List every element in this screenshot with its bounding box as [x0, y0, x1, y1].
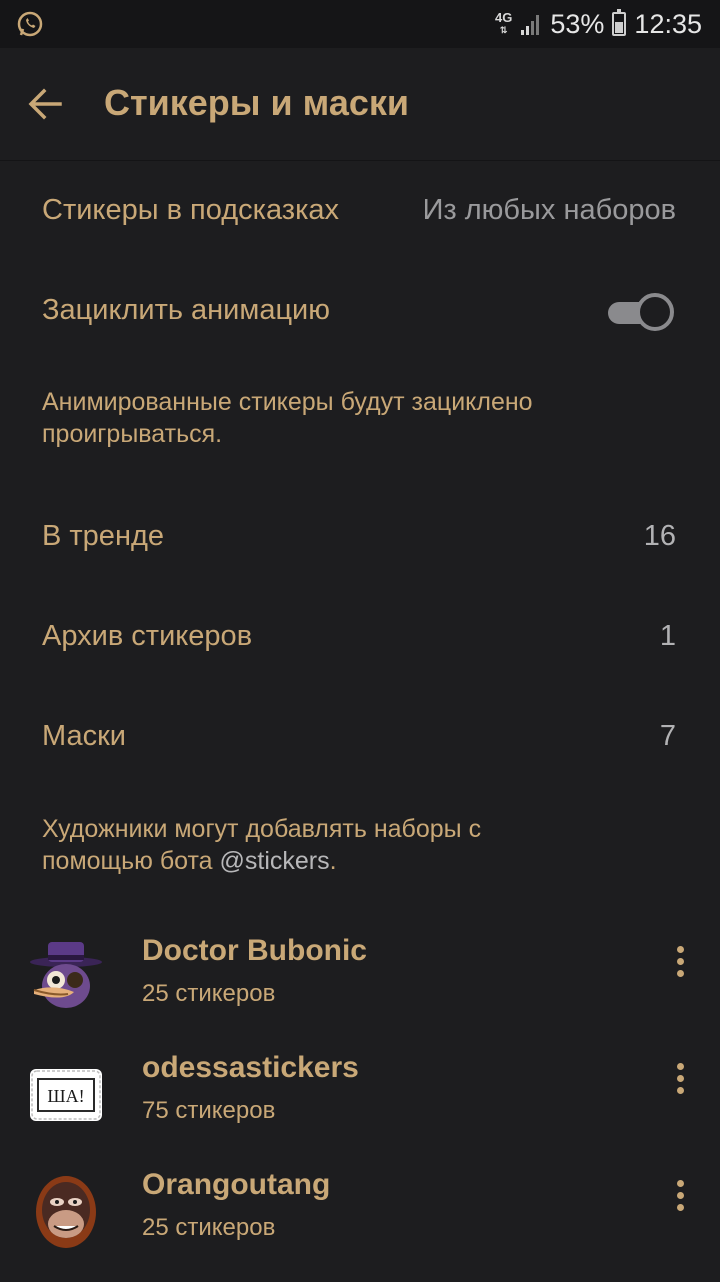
battery-icon: [612, 9, 627, 36]
sticker-pack-count: 75 стикеров: [142, 1097, 276, 1124]
battery-percent: 53%: [550, 8, 605, 39]
archived-stickers-count: 1: [659, 620, 676, 652]
artists-note: Художники могут добавлять наборы с помощ…: [42, 815, 482, 875]
archived-stickers-label: Архив стикеров: [42, 620, 253, 652]
sticker-pack-item[interactable]: ША! odessastickers 75 стикеров: [0, 1049, 720, 1165]
sticker-pack-count: 25 стикеров: [142, 980, 276, 1007]
archived-stickers-row[interactable]: Архив стикеров 1: [0, 588, 720, 688]
status-bar: 4G ⇅ 53% 12:35: [0, 0, 720, 48]
loop-animation-note: Анимированные стикеры будут зациклено пр…: [42, 388, 533, 448]
suggestions-value: Из любых наборов: [422, 194, 676, 226]
loop-animation-label: Зациклить анимацию: [42, 294, 331, 326]
whatsapp-notification-icon: [17, 11, 43, 37]
masks-label: Маски: [42, 720, 126, 752]
signal-strength-icon: [521, 15, 540, 35]
stickers-bot-link[interactable]: @stickers: [220, 847, 330, 875]
plague-doctor-sticker-icon: [30, 942, 102, 1008]
sticker-sign-text: ША!: [47, 1086, 84, 1106]
masks-count: 7: [659, 720, 676, 752]
sticker-pack-name: Doctor Bubonic: [142, 934, 367, 967]
network-type-indicator: 4G ⇅: [495, 10, 513, 35]
trending-label: В тренде: [42, 520, 165, 552]
trending-row[interactable]: В тренде 16: [0, 488, 720, 588]
loop-animation-toggle[interactable]: [608, 293, 676, 331]
masks-row[interactable]: Маски 7: [0, 688, 720, 788]
more-options-icon[interactable]: [670, 1063, 690, 1103]
sticker-pack-item[interactable]: Doctor Bubonic 25 стикеров: [0, 932, 720, 1048]
suggestions-setting-row[interactable]: Стикеры в подсказках Из любых наборов: [0, 162, 720, 262]
clock: 12:35: [634, 8, 702, 39]
orangutan-sticker-icon: [36, 1176, 96, 1248]
page-title: Стикеры и маски: [104, 82, 410, 123]
sha-sign-sticker-icon: ША!: [30, 1069, 102, 1121]
more-options-icon[interactable]: [670, 946, 690, 986]
sticker-pack-count: 25 стикеров: [142, 1214, 276, 1241]
sticker-pack-item[interactable]: Orangoutang 25 стикеров: [0, 1166, 720, 1282]
back-arrow-icon[interactable]: [22, 80, 70, 128]
suggestions-label: Стикеры в подсказках: [42, 194, 340, 226]
sticker-pack-name: odessastickers: [142, 1051, 359, 1084]
sticker-pack-name: Orangoutang: [142, 1168, 331, 1201]
app-bar: Стикеры и маски: [0, 48, 720, 161]
more-options-icon[interactable]: [670, 1180, 690, 1220]
loop-animation-row[interactable]: Зациклить анимацию: [0, 262, 720, 362]
trending-count: 16: [643, 520, 676, 552]
